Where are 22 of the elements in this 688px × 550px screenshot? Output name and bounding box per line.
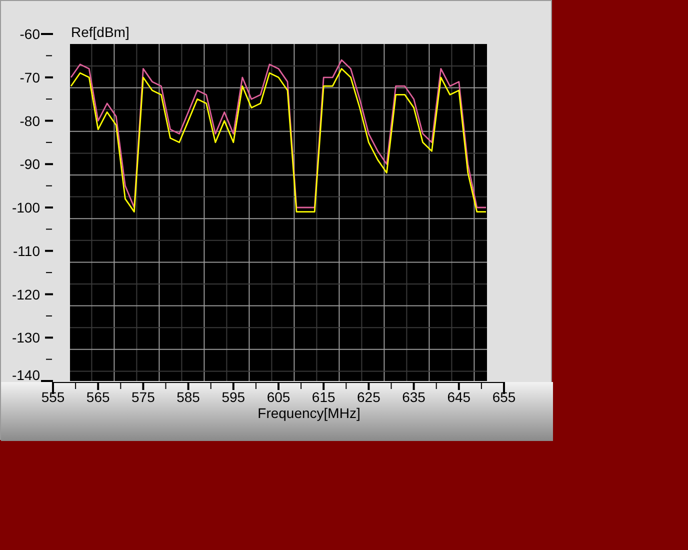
tick-label: -100 (12, 200, 40, 216)
tick-label: -110 (13, 242, 40, 259)
tick-label: 605 (266, 389, 290, 405)
tick-label: -140 (12, 367, 40, 383)
tick-label: 625 (357, 389, 380, 405)
tick-label: -120 (12, 286, 40, 302)
tick-label: 565 (86, 389, 110, 405)
tick-label: 585 (176, 389, 200, 405)
axis-title: Ref[dBm] (71, 24, 130, 40)
tick-label: -130 (12, 330, 40, 346)
tick-label: -60 (20, 26, 40, 42)
tick-label: -90 (20, 156, 40, 172)
tick-label: 655 (492, 389, 516, 405)
tick-label: 575 (132, 389, 155, 405)
tick-label: -70 (20, 69, 40, 86)
tick-label: -80 (20, 112, 40, 129)
tick-label: 635 (402, 389, 426, 405)
tick-label: 615 (312, 389, 336, 405)
tick-label: 645 (447, 389, 471, 405)
tick-label: 555 (41, 389, 65, 405)
tick-label: 595 (222, 389, 246, 405)
axis-title: Frequency[MHz] (258, 405, 360, 421)
